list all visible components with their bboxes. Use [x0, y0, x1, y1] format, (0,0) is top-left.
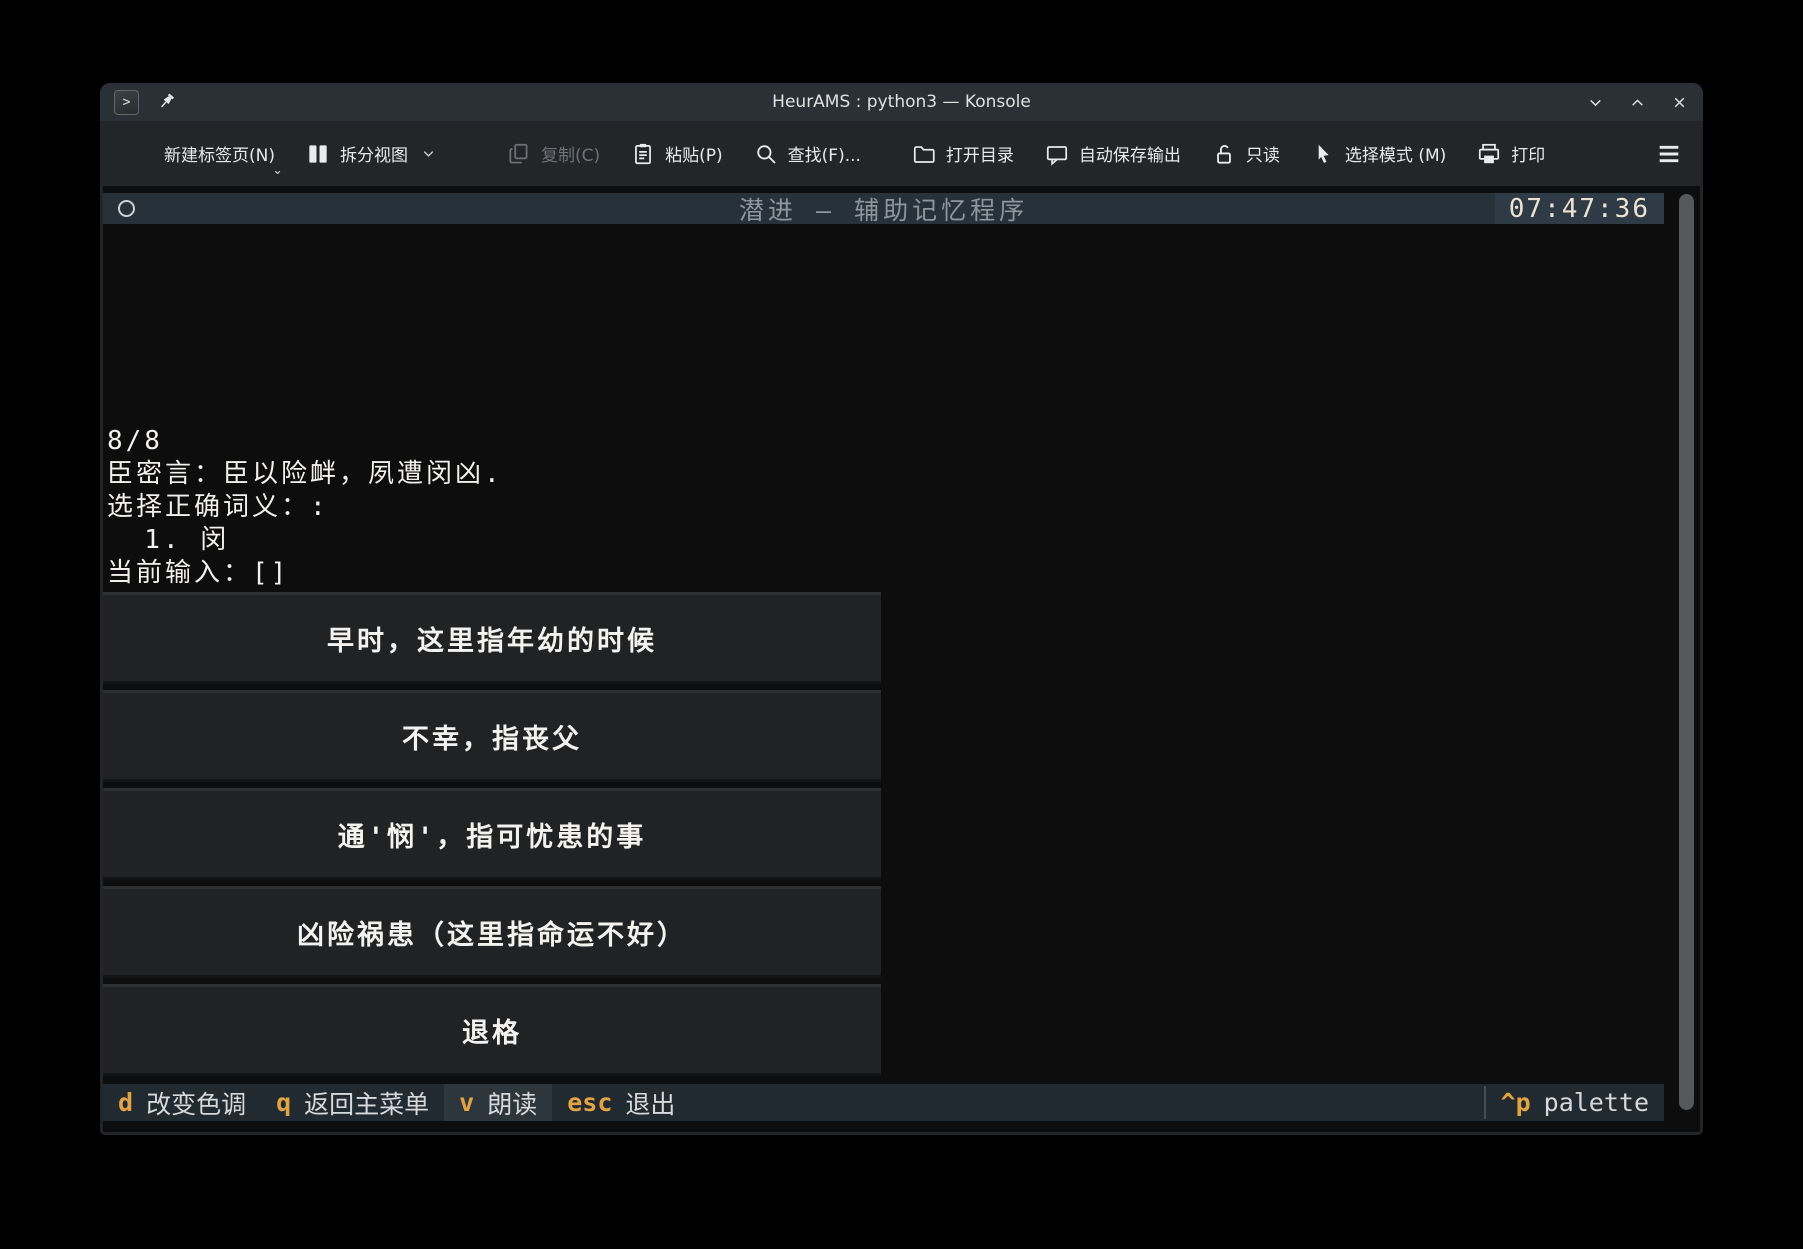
select-mode-button[interactable]: 选择模式 (M): [1310, 141, 1446, 167]
app-title: 潜进 – 辅助记忆程序: [103, 191, 1664, 227]
desktop-background: > HeurAMS : python3 — Konsole: [0, 0, 1803, 1249]
keybinding-palette[interactable]: ^p palette: [1486, 1084, 1664, 1121]
unlocked-padlock-icon: [1218, 145, 1230, 162]
clock: 07:47:36: [1495, 193, 1664, 224]
printer-icon: [1480, 144, 1498, 162]
menu-button[interactable]: [1655, 140, 1683, 168]
footer-keybar: d 改变色调 q 返回主菜单 v 朗读 esc 退出: [103, 1084, 1664, 1121]
copy-button[interactable]: 复制(C): [506, 141, 600, 167]
konsole-app-icon: >: [114, 90, 139, 115]
question-block: 8/8 臣密言：臣以险衅，夙遭闵凶. 选择正确词义：: 1. 闵 当前输入：[]: [103, 425, 1664, 590]
new-tab-button[interactable]: 新建标签页(N) ⌄: [120, 141, 275, 167]
window-title: HeurAMS : python3 — Konsole: [100, 92, 1703, 112]
split-view-button[interactable]: 拆分视图: [305, 141, 436, 167]
print-button[interactable]: 打印: [1476, 141, 1545, 167]
close-icon[interactable]: [1669, 92, 1689, 112]
choice-item: 1. 闵: [107, 524, 1664, 557]
keybinding-main-menu[interactable]: q 返回主菜单: [261, 1084, 444, 1121]
option-button[interactable]: 不幸，指丧父: [103, 690, 881, 782]
folder-icon: [915, 147, 934, 162]
keybinding-exit[interactable]: esc 退出: [552, 1084, 690, 1121]
select-cursor-icon: [1319, 144, 1329, 162]
minimize-icon[interactable]: [1585, 92, 1605, 112]
autosave-output-button[interactable]: 自动保存输出: [1044, 141, 1181, 167]
chevron-down-icon: [421, 146, 436, 161]
konsole-window: > HeurAMS : python3 — Konsole: [100, 83, 1703, 1135]
option-button[interactable]: 通'悯'，指可忧患的事: [103, 788, 881, 880]
titlebar[interactable]: > HeurAMS : python3 — Konsole: [100, 83, 1703, 121]
scrollbar[interactable]: [1678, 194, 1695, 1118]
chevron-down-icon: ⌄: [272, 163, 283, 178]
toolbar: 新建标签页(N) ⌄ 拆分视图: [100, 121, 1703, 186]
split-view-icon: [309, 145, 316, 162]
paste-icon: [636, 143, 650, 162]
keybinding-change-theme[interactable]: d 改变色调: [103, 1084, 261, 1121]
maximize-icon[interactable]: [1627, 92, 1647, 112]
sentence-line: 臣密言：臣以险衅，夙遭闵凶.: [107, 458, 1664, 491]
pin-icon: [155, 91, 177, 113]
copy-icon: [510, 144, 526, 162]
prompt-line: 选择正确词义：:: [107, 491, 1664, 524]
answer-options: 早时，这里指年幼的时候 不幸，指丧父 通'悯'，指可忧患的事 凶险祸患（这里指命…: [103, 592, 881, 1076]
keybinding-read-aloud[interactable]: v 朗读: [444, 1084, 552, 1121]
option-button[interactable]: 凶险祸患（这里指命运不好）: [103, 886, 881, 978]
option-button[interactable]: 早时，这里指年幼的时候: [103, 592, 881, 684]
terminal-view[interactable]: 潜进 – 辅助记忆程序 07:47:36 8/8 臣密言：臣以险衅，夙遭闵凶. …: [103, 186, 1700, 1132]
hamburger-menu-icon: [1660, 147, 1679, 160]
read-only-button[interactable]: 只读: [1211, 141, 1280, 167]
open-directory-button[interactable]: 打开目录: [911, 141, 1014, 167]
paste-button[interactable]: 粘贴(P): [630, 141, 723, 167]
backspace-option-button[interactable]: 退格: [103, 984, 881, 1076]
autosave-output-icon: [1048, 146, 1066, 163]
tui-header: 潜进 – 辅助记忆程序 07:47:36: [103, 193, 1664, 224]
scrollbar-thumb[interactable]: [1679, 194, 1694, 1110]
search-icon: [758, 146, 775, 163]
progress-counter: 8/8: [107, 425, 1664, 458]
find-button[interactable]: 查找(F)...: [753, 141, 861, 167]
current-input-line: 当前输入：[]: [107, 557, 1664, 590]
